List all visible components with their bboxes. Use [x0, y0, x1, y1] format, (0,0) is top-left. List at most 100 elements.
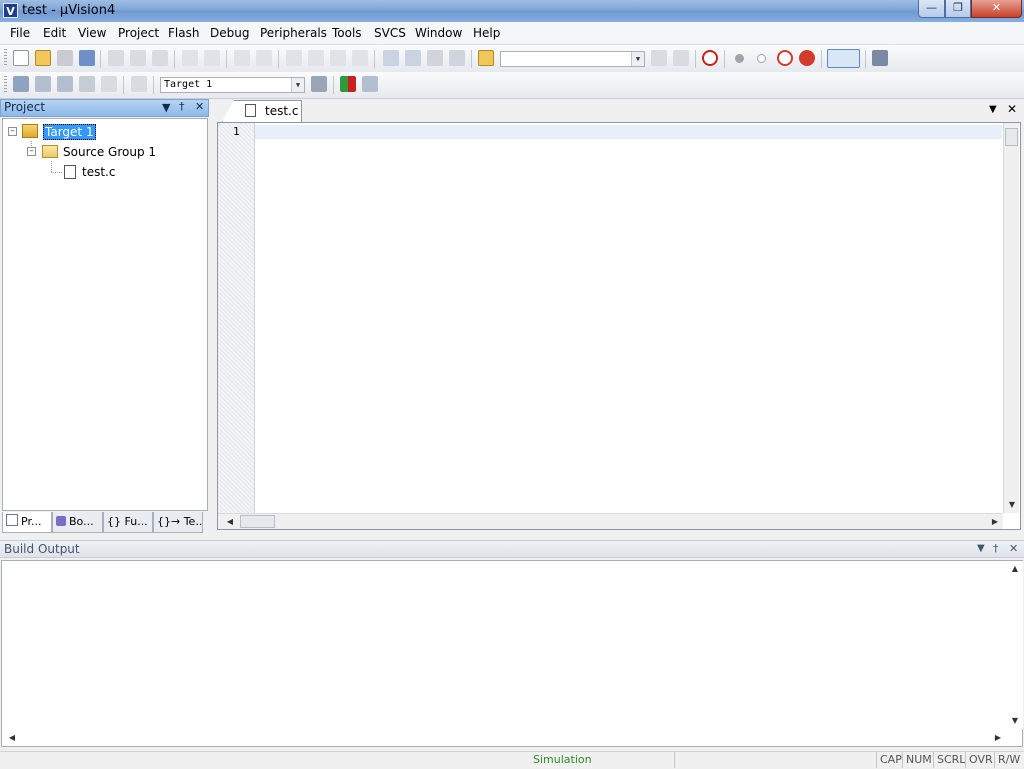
save-icon[interactable] — [57, 50, 73, 66]
tab-functions[interactable]: {} Fu... — [103, 512, 153, 533]
scroll-down-icon[interactable]: ▼ — [1007, 713, 1023, 729]
next-bookmark-icon[interactable] — [330, 50, 346, 66]
menu-project[interactable]: Project — [118, 26, 159, 40]
unindent-icon[interactable] — [405, 50, 421, 66]
editor-tab-label: test.c — [265, 104, 299, 118]
save-all-icon[interactable] — [79, 50, 95, 66]
copy-icon[interactable] — [130, 50, 146, 66]
close-icon[interactable]: ✕ — [195, 100, 204, 113]
close-button[interactable]: ✕ — [971, 0, 1022, 18]
bookmark-icon[interactable] — [286, 50, 302, 66]
c-file-icon — [64, 165, 76, 179]
tree-item-target[interactable]: Target 1 — [43, 123, 96, 141]
indent-icon[interactable] — [383, 50, 399, 66]
configuration-wrench-icon[interactable] — [872, 50, 888, 66]
rebuild-icon[interactable] — [57, 76, 73, 92]
incremental-find-icon[interactable] — [673, 50, 689, 66]
tree-item-source-group[interactable]: Source Group 1 — [63, 143, 156, 161]
current-line-highlight[interactable] — [255, 125, 1002, 139]
disable-breakpoint-icon[interactable] — [757, 54, 766, 63]
menu-tools[interactable]: Tools — [332, 26, 362, 40]
redo-icon[interactable] — [204, 50, 220, 66]
toolbar-grip[interactable] — [4, 76, 7, 94]
collapse-target-toggle[interactable]: – — [8, 127, 17, 136]
kill-all-breakpoints-icon[interactable] — [799, 50, 815, 66]
cut-icon[interactable] — [108, 50, 124, 66]
toolbar-separator — [278, 50, 279, 68]
translate-icon[interactable] — [13, 76, 29, 92]
menu-window[interactable]: Window — [415, 26, 462, 40]
chevron-down-icon[interactable]: ▼ — [291, 78, 304, 92]
menu-view[interactable]: View — [78, 26, 106, 40]
download-load-icon[interactable] — [131, 76, 147, 92]
prev-bookmark-icon[interactable] — [308, 50, 324, 66]
close-icon[interactable]: ✕ — [1007, 102, 1017, 116]
scroll-left-icon[interactable]: ◀ — [4, 730, 20, 746]
minimize-button[interactable]: — — [918, 0, 945, 18]
menu-peripherals[interactable]: Peripherals — [260, 26, 327, 40]
find-combo[interactable]: ▼ — [500, 51, 645, 67]
menu-file[interactable]: File — [10, 26, 30, 40]
pin-icon[interactable]: † — [993, 542, 999, 555]
menu-debug[interactable]: Debug — [210, 26, 249, 40]
find-icon[interactable] — [651, 50, 667, 66]
undo-icon[interactable] — [182, 50, 198, 66]
new-file-icon[interactable] — [13, 50, 29, 66]
editor-horizontal-scrollbar[interactable]: ◀ ▶ — [218, 513, 1003, 529]
menu-flash[interactable]: Flash — [168, 26, 199, 40]
scroll-left-icon[interactable]: ◀ — [222, 514, 238, 530]
tab-project[interactable]: Pr... — [2, 512, 52, 533]
paste-icon[interactable] — [152, 50, 168, 66]
uncomment-icon[interactable] — [449, 50, 465, 66]
open-folder-icon[interactable] — [35, 50, 51, 66]
build-vertical-scrollbar[interactable]: ▲ ▼ — [1007, 561, 1023, 729]
debug-session-icon[interactable] — [702, 50, 718, 66]
navigate-forward-icon[interactable] — [256, 50, 272, 66]
target-options-icon[interactable] — [311, 76, 327, 92]
disable-all-breakpoints-icon[interactable] — [777, 50, 793, 66]
menu-svcs[interactable]: SVCS — [374, 26, 406, 40]
tab-books[interactable]: Bo... — [52, 512, 103, 533]
tree-item-target-label: Target 1 — [43, 124, 96, 140]
breakpoint-icon[interactable] — [735, 54, 744, 63]
menu-help[interactable]: Help — [473, 26, 500, 40]
toolbar-grip[interactable] — [4, 49, 7, 67]
uvision-icon[interactable]: V — [3, 3, 18, 18]
clear-bookmarks-icon[interactable] — [352, 50, 368, 66]
scroll-up-icon[interactable]: ▲ — [1007, 561, 1023, 577]
menu-bar: File Edit View Project Flash Debug Perip… — [0, 22, 1024, 45]
window-layout-icon[interactable] — [827, 49, 860, 68]
scroll-down-icon[interactable]: ▼ — [1004, 497, 1020, 513]
tree-line — [51, 161, 52, 172]
chevron-down-icon[interactable]: ▼ — [977, 543, 985, 554]
title-bar[interactable] — [0, 0, 1024, 22]
manage-components-icon[interactable] — [340, 76, 356, 92]
code-editor[interactable] — [217, 122, 1021, 530]
pin-icon[interactable]: † — [179, 100, 185, 113]
find-in-files-icon[interactable] — [478, 50, 494, 66]
scroll-thumb[interactable] — [1005, 128, 1018, 146]
collapse-group-toggle[interactable]: – — [27, 147, 36, 156]
multi-project-icon[interactable] — [362, 76, 378, 92]
build-output-pane[interactable] — [1, 560, 1023, 747]
stop-build-icon[interactable] — [101, 76, 117, 92]
build-icon[interactable] — [35, 76, 51, 92]
batch-build-icon[interactable] — [79, 76, 95, 92]
chevron-down-icon[interactable]: ▼ — [162, 101, 170, 114]
restore-button[interactable]: ❐ — [945, 0, 971, 18]
scroll-thumb[interactable] — [240, 515, 275, 528]
build-horizontal-scrollbar[interactable]: ◀ ▶ — [2, 730, 1007, 746]
tab-templates[interactable]: {}→ Te... — [153, 512, 203, 533]
target-select[interactable]: Target 1 ▼ — [160, 77, 305, 93]
books-tab-icon — [56, 516, 66, 526]
menu-edit[interactable]: Edit — [43, 26, 66, 40]
scroll-right-icon[interactable]: ▶ — [987, 514, 1003, 530]
navigate-back-icon[interactable] — [234, 50, 250, 66]
scroll-right-icon[interactable]: ▶ — [990, 730, 1006, 746]
comment-icon[interactable] — [427, 50, 443, 66]
tree-item-file[interactable]: test.c — [82, 163, 115, 181]
editor-vertical-scrollbar[interactable]: ▲ ▼ — [1003, 123, 1019, 513]
close-icon[interactable]: ✕ — [1009, 542, 1018, 555]
chevron-down-icon[interactable]: ▼ — [631, 52, 644, 66]
chevron-down-icon[interactable]: ▼ — [989, 104, 997, 115]
